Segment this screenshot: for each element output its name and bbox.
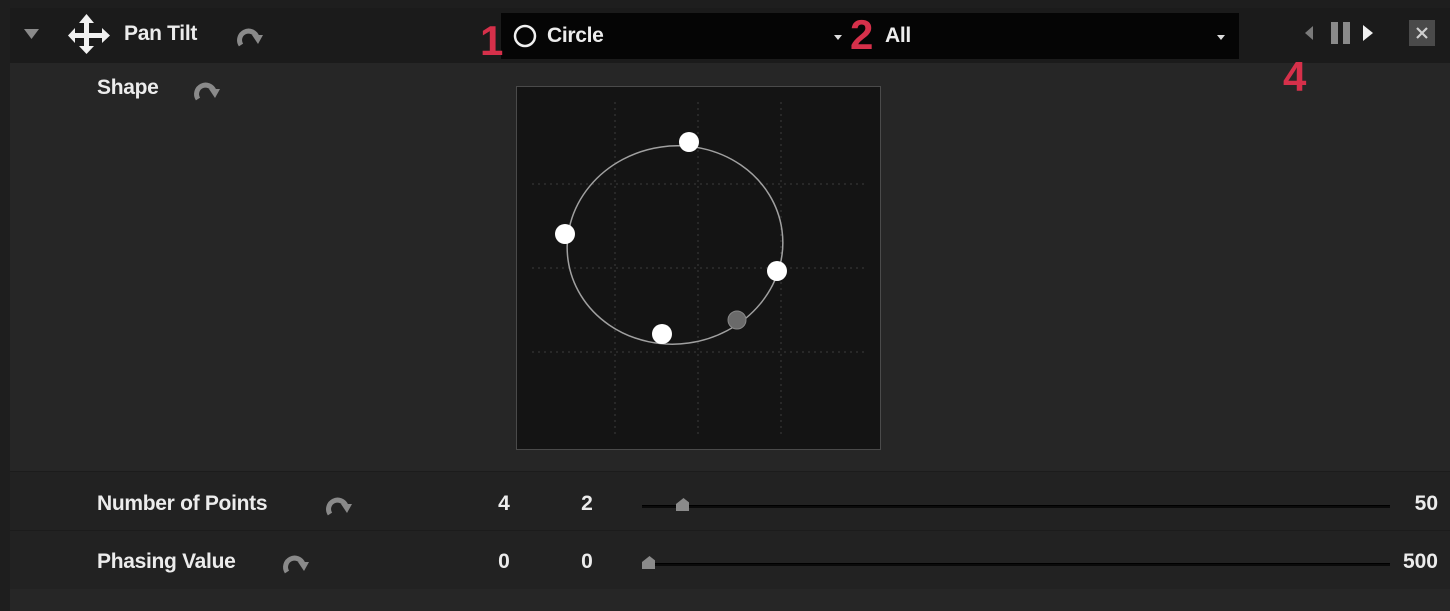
parameter-max: 50 [1414,492,1438,515]
annotation-2: 2 [850,11,874,58]
phasing-value-row: Phasing Value 0 0 500 [10,530,1450,589]
parameter-value-b[interactable]: 2 [567,492,607,516]
shape-label: Shape [97,76,159,99]
control-point[interactable] [767,261,787,281]
shape-graph-canvas [532,102,867,437]
panel-title: Pan Tilt [124,22,198,45]
prev-icon[interactable] [1304,26,1314,40]
circle-shape-icon [513,24,537,48]
parameter-slider[interactable] [642,563,1390,566]
close-button[interactable] [1409,20,1435,46]
control-point[interactable] [555,224,575,244]
slider-thumb[interactable] [676,498,689,511]
shape-dropdown-value: Circle [547,24,604,47]
annotation-4: 4 [1283,53,1307,100]
parameter-value-b[interactable]: 0 [567,550,607,574]
panel-header: Pan Tilt Circle All [10,8,1450,63]
reset-icon[interactable] [193,77,221,103]
play-icon[interactable] [1362,25,1374,41]
shape-dropdown[interactable]: Circle [501,13,849,59]
parameter-value-a[interactable]: 4 [484,492,524,516]
control-point[interactable] [652,324,672,344]
dropdown-caret-icon [1217,35,1225,40]
reset-icon[interactable] [282,550,310,576]
annotation-1: 1 [480,17,504,64]
group-dropdown-value: All [885,24,911,47]
pause-icon[interactable] [1329,22,1353,44]
group-dropdown[interactable]: All [849,13,1239,59]
parameter-value-a[interactable]: 0 [484,550,524,574]
collapse-triangle-icon[interactable] [24,28,40,40]
circle-path [566,145,784,345]
pan-tilt-panel: Pan Tilt Circle All 1 2 4 Shape Number o… [10,8,1450,611]
dropdown-caret-icon [834,35,842,40]
close-icon [1416,27,1428,39]
parameter-max: 500 [1402,550,1438,573]
reset-icon[interactable] [236,23,264,49]
slider-thumb[interactable] [642,556,655,569]
pan-tilt-arrows-icon [68,14,110,54]
reset-icon[interactable] [325,492,353,518]
parameter-label: Phasing Value [97,550,236,573]
shape-editor-graph[interactable] [516,86,881,450]
parameter-slider[interactable] [642,505,1390,508]
graph-grid [532,102,867,437]
number-of-points-row: Number of Points 4 2 50 [10,471,1450,530]
phase-point[interactable] [727,310,747,330]
control-point[interactable] [679,132,699,152]
parameter-label: Number of Points [97,492,268,515]
